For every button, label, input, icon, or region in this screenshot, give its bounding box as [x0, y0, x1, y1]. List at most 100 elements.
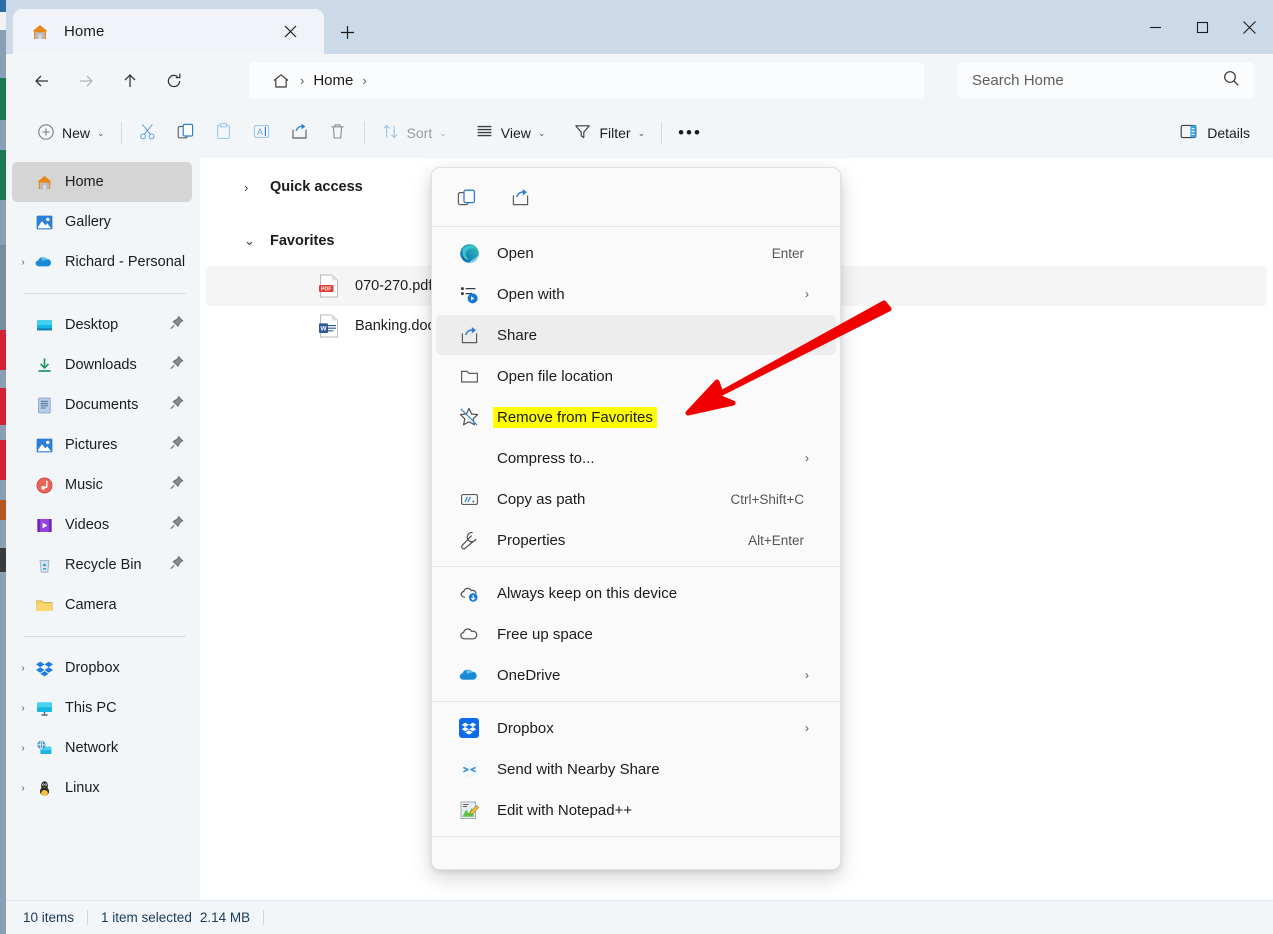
menu-item-edit-with-notepadpp[interactable]: Edit with Notepad++ — [436, 790, 836, 830]
pin-icon[interactable] — [169, 555, 184, 575]
pin-icon[interactable] — [169, 395, 184, 415]
back-button[interactable] — [23, 62, 61, 100]
sidebar-item-camera[interactable]: Camera — [12, 585, 192, 625]
details-pane-button[interactable]: Details — [1168, 116, 1261, 150]
up-button[interactable] — [111, 62, 149, 100]
menu-item-open-with[interactable]: Open with › — [436, 274, 836, 314]
menu-item-open-file-location[interactable]: Open file location — [436, 356, 836, 396]
sidebar-item-label: Documents — [65, 397, 139, 413]
svg-text:PDF: PDF — [321, 287, 331, 293]
sidebar-item-label: Downloads — [65, 357, 137, 373]
icon-placeholder — [458, 447, 480, 469]
menu-item-share[interactable]: Share — [436, 315, 836, 355]
refresh-button[interactable] — [155, 62, 193, 100]
filter-button[interactable]: Filter ⌄ — [564, 116, 654, 150]
sidebar-item-music[interactable]: Music — [12, 465, 192, 505]
file-name: 070-270.pdf — [355, 278, 433, 294]
pin-icon[interactable] — [169, 315, 184, 335]
sidebar-item-pictures[interactable]: Pictures — [12, 425, 192, 465]
menu-item-copy-as-path[interactable]: Copy as path Ctrl+Shift+C — [436, 479, 836, 519]
breadcrumb-separator[interactable]: › — [300, 73, 304, 88]
sidebar-item-label: Desktop — [65, 317, 119, 333]
sort-button[interactable]: Sort ⌄ — [372, 116, 456, 150]
menu-item-remove-from-favorites[interactable]: Remove from Favorites — [436, 397, 836, 437]
sidebar-item-richard-personal[interactable]: › Richard - Personal — [12, 242, 192, 282]
navigation-bar: › Home › — [6, 54, 1273, 108]
menu-item-compress-to[interactable]: Compress to... › — [436, 438, 836, 478]
copy-icon[interactable] — [449, 180, 483, 214]
chevron-right-icon[interactable]: › — [12, 783, 34, 794]
chevron-right-icon[interactable]: › — [12, 703, 34, 714]
gallery-icon — [34, 212, 54, 232]
sidebar-item-linux[interactable]: › Linux — [12, 768, 192, 808]
share-icon[interactable] — [503, 180, 537, 214]
pin-icon[interactable] — [169, 355, 184, 375]
copy-icon — [176, 122, 195, 144]
sidebar-item-network[interactable]: › Network — [12, 728, 192, 768]
view-button[interactable]: View ⌄ — [466, 116, 555, 150]
menu-item-properties[interactable]: Properties Alt+Enter — [436, 520, 836, 560]
menu-item-always-keep-on-this-device[interactable]: Always keep on this device — [436, 573, 836, 613]
sidebar-item-desktop[interactable]: Desktop — [12, 305, 192, 345]
close-window-button[interactable] — [1226, 0, 1273, 54]
cut-button[interactable] — [129, 116, 167, 150]
edge-icon — [458, 242, 480, 264]
pin-icon[interactable] — [169, 435, 184, 455]
share-button[interactable] — [281, 116, 319, 150]
forward-button[interactable] — [67, 62, 105, 100]
rename-button[interactable]: A — [243, 116, 281, 150]
search-icon[interactable] — [1223, 70, 1240, 92]
videos-icon — [34, 515, 54, 535]
pictures-icon — [34, 435, 54, 455]
home-outline-icon[interactable] — [271, 71, 291, 91]
sidebar-item-label: Music — [65, 477, 103, 493]
breadcrumb-current[interactable]: Home — [313, 72, 353, 89]
sidebar-item-label: This PC — [65, 700, 117, 716]
sidebar-item-gallery[interactable]: Gallery — [12, 202, 192, 242]
paste-button[interactable] — [205, 116, 243, 150]
sidebar-item-documents[interactable]: Documents — [12, 385, 192, 425]
address-bar[interactable]: › Home › — [249, 62, 924, 99]
svg-text:W: W — [320, 325, 327, 332]
search-box[interactable] — [958, 62, 1254, 99]
sidebar-item-videos[interactable]: Videos — [12, 505, 192, 545]
group-label: Quick access — [270, 179, 363, 195]
tab-home[interactable]: Home — [13, 9, 324, 54]
menu-item-open[interactable]: Open Enter — [436, 233, 836, 273]
status-size: 2.14 MB — [199, 909, 251, 925]
chevron-down-icon[interactable]: ⌄ — [244, 233, 255, 249]
delete-button[interactable] — [319, 116, 357, 150]
chevron-right-icon[interactable]: › — [244, 180, 248, 195]
menu-item-dropbox[interactable]: Dropbox › — [436, 708, 836, 748]
sidebar-item-label: Home — [65, 174, 104, 190]
new-button[interactable]: New ⌄ — [28, 116, 114, 150]
search-input[interactable] — [972, 72, 1223, 89]
tab-label: Home — [64, 23, 105, 40]
see-more-button[interactable]: ••• — [669, 116, 711, 150]
close-icon[interactable] — [277, 19, 303, 45]
menu-item-label: Remove from Favorites — [493, 406, 657, 428]
menu-item-send-with-nearby-share[interactable]: Send with Nearby Share — [436, 749, 836, 789]
sidebar-item-label: Videos — [65, 517, 110, 533]
minimize-button[interactable] — [1132, 0, 1179, 54]
chevron-right-icon[interactable]: › — [12, 257, 34, 268]
divider — [87, 909, 89, 925]
pin-icon[interactable] — [169, 515, 184, 535]
sidebar-item-this-pc[interactable]: › This PC — [12, 688, 192, 728]
sidebar-item-downloads[interactable]: Downloads — [12, 345, 192, 385]
sidebar-item-recycle-bin[interactable]: Recycle Bin — [12, 545, 192, 585]
new-tab-button[interactable] — [331, 18, 363, 46]
menu-item-onedrive[interactable]: OneDrive › — [436, 655, 836, 695]
menu-item-label: Always keep on this device — [497, 584, 678, 602]
sidebar-item-home[interactable]: Home — [12, 162, 192, 202]
maximize-button[interactable] — [1179, 0, 1226, 54]
chevron-down-icon: ⌄ — [537, 127, 546, 138]
sidebar-item-dropbox[interactable]: › Dropbox — [12, 648, 192, 688]
breadcrumb-separator-2[interactable]: › — [362, 73, 366, 88]
chevron-right-icon[interactable]: › — [12, 663, 34, 674]
chevron-right-icon[interactable]: › — [12, 743, 34, 754]
menu-item-label: Properties — [497, 531, 566, 549]
menu-item-free-up-space[interactable]: Free up space — [436, 614, 836, 654]
pin-icon[interactable] — [169, 475, 184, 495]
copy-button[interactable] — [167, 116, 205, 150]
